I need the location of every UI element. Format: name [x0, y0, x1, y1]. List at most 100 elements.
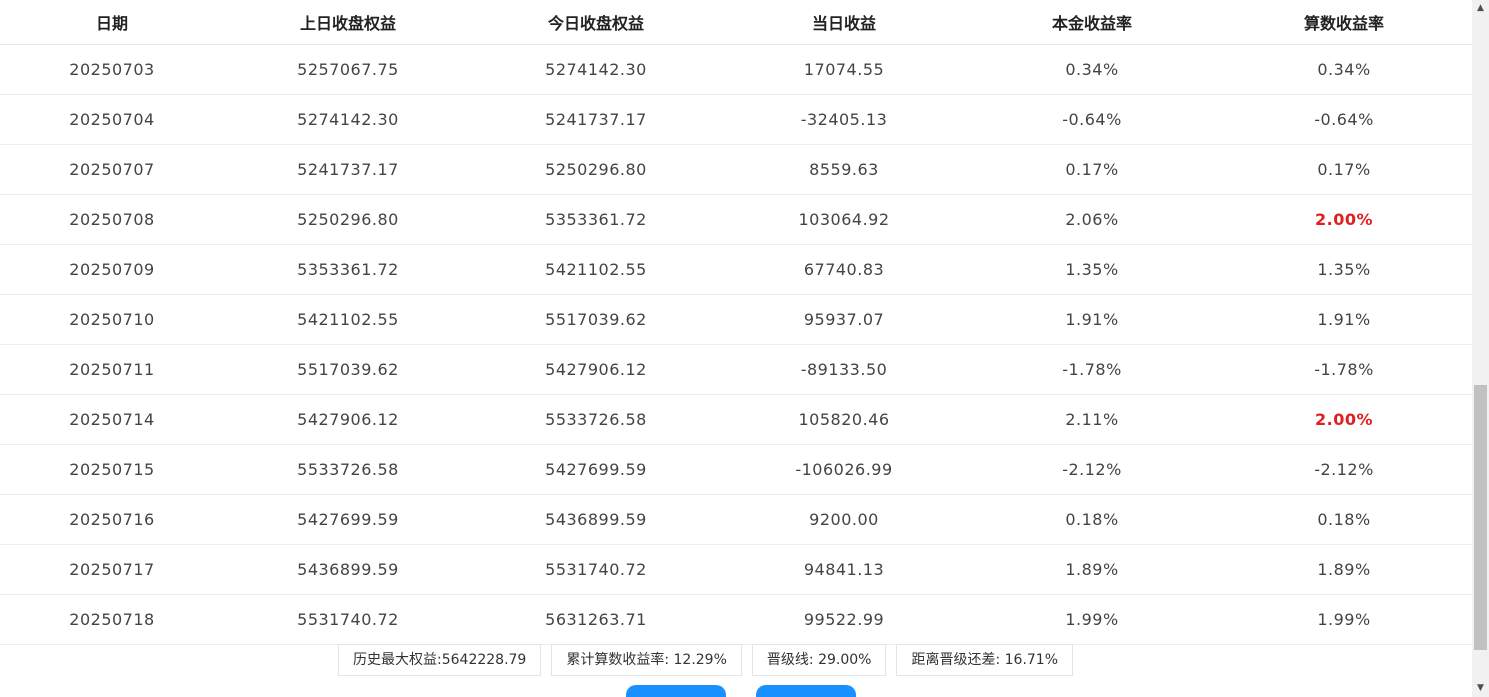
- scroll-up-icon[interactable]: ▲: [1472, 0, 1489, 17]
- header-today-equity: 今日收盘权益: [472, 0, 720, 45]
- header-date: 日期: [0, 0, 224, 45]
- cell-principal-rate: 1.89%: [968, 544, 1216, 595]
- cell-prev-equity: 5241737.17: [224, 144, 472, 195]
- cell-today-equity: 5427906.12: [472, 344, 720, 395]
- results-view: 日期 上日收盘权益 今日收盘权益 当日收益 本金收益率 算数收益率 202507…: [0, 0, 1472, 697]
- cell-arith-rate: 1.35%: [1216, 244, 1472, 295]
- cell-arith-rate: 0.34%: [1216, 44, 1472, 95]
- scroll-down-icon[interactable]: ▼: [1472, 680, 1489, 697]
- cell-prev-equity: 5427699.59: [224, 494, 472, 545]
- cell-today-equity: 5241737.17: [472, 94, 720, 145]
- cell-prev-equity: 5274142.30: [224, 94, 472, 145]
- table-row: 20250718 5531740.72 5631263.71 99522.99 1.99…: [0, 594, 1472, 645]
- table-row: 20250709 5353361.72 5421102.55 67740.83 1.35…: [0, 244, 1472, 295]
- cell-arith-rate: -0.64%: [1216, 94, 1472, 145]
- cell-daily-pnl: 105820.46: [720, 394, 968, 445]
- cell-today-equity: 5533726.58: [472, 394, 720, 445]
- header-principal-rate: 本金收益率: [968, 0, 1216, 45]
- cell-principal-rate: 1.91%: [968, 294, 1216, 345]
- table-row: 20250715 5533726.58 5427699.59 -106026.99 -2…: [0, 444, 1472, 495]
- cell-arith-rate: 0.17%: [1216, 144, 1472, 195]
- cell-principal-rate: -1.78%: [968, 344, 1216, 395]
- table-row: 20250714 5427906.12 5533726.58 105820.46 2.1…: [0, 394, 1472, 445]
- cell-principal-rate: 1.35%: [968, 244, 1216, 295]
- cell-prev-equity: 5257067.75: [224, 44, 472, 95]
- cell-date: 20250703: [0, 44, 224, 95]
- table-row: 20250707 5241737.17 5250296.80 8559.63 0.17%…: [0, 144, 1472, 195]
- cell-daily-pnl: 17074.55: [720, 44, 968, 95]
- cell-principal-rate: 2.06%: [968, 194, 1216, 245]
- cell-arith-rate: -1.78%: [1216, 344, 1472, 395]
- cell-today-equity: 5274142.30: [472, 44, 720, 95]
- cell-today-equity: 5631263.71: [472, 594, 720, 645]
- cell-date: 20250708: [0, 194, 224, 245]
- cumulative-rate-box: 累计算数收益率: 12.29%: [551, 644, 742, 676]
- header-prev-equity: 上日收盘权益: [224, 0, 472, 45]
- cell-today-equity: 5427699.59: [472, 444, 720, 495]
- promotion-line-box: 晋级线: 29.00%: [751, 644, 887, 676]
- cell-daily-pnl: -32405.13: [720, 94, 968, 145]
- cell-arith-rate: 1.99%: [1216, 594, 1472, 645]
- cell-principal-rate: 0.18%: [968, 494, 1216, 545]
- cell-date: 20250711: [0, 344, 224, 395]
- cell-date: 20250715: [0, 444, 224, 495]
- cell-prev-equity: 5427906.12: [224, 394, 472, 445]
- cell-date: 20250714: [0, 394, 224, 445]
- cell-prev-equity: 5421102.55: [224, 294, 472, 345]
- action-button-1[interactable]: [626, 685, 726, 697]
- cell-daily-pnl: 9200.00: [720, 494, 968, 545]
- cell-date: 20250718: [0, 594, 224, 645]
- cell-principal-rate: 0.17%: [968, 144, 1216, 195]
- table-row: 20250703 5257067.75 5274142.30 17074.55 0.34…: [0, 44, 1472, 95]
- cell-date: 20250707: [0, 144, 224, 195]
- cell-arith-rate: -2.12%: [1216, 444, 1472, 495]
- max-equity-box: 历史最大权益:5642228.79: [338, 644, 542, 676]
- cell-daily-pnl: 8559.63: [720, 144, 968, 195]
- header-daily-pnl: 当日收益: [720, 0, 968, 45]
- cell-daily-pnl: -89133.50: [720, 344, 968, 395]
- table-row: 20250716 5427699.59 5436899.59 9200.00 0.18%…: [0, 494, 1472, 545]
- cell-arith-rate: 2.00%: [1216, 194, 1472, 245]
- cell-daily-pnl: 99522.99: [720, 594, 968, 645]
- cell-today-equity: 5531740.72: [472, 544, 720, 595]
- cell-date: 20250717: [0, 544, 224, 595]
- cell-prev-equity: 5531740.72: [224, 594, 472, 645]
- table-row: 20250711 5517039.62 5427906.12 -89133.50 -1.…: [0, 344, 1472, 395]
- cell-daily-pnl: 103064.92: [720, 194, 968, 245]
- cell-prev-equity: 5250296.80: [224, 194, 472, 245]
- scrollbar-thumb[interactable]: [1474, 385, 1487, 650]
- cell-today-equity: 5436899.59: [472, 494, 720, 545]
- cell-arith-rate: 1.91%: [1216, 294, 1472, 345]
- cell-today-equity: 5421102.55: [472, 244, 720, 295]
- table-row: 20250708 5250296.80 5353361.72 103064.92 2.0…: [0, 194, 1472, 245]
- cell-prev-equity: 5533726.58: [224, 444, 472, 495]
- action-button-2[interactable]: [756, 685, 856, 697]
- table-body: 20250703 5257067.75 5274142.30 17074.55 0.34…: [0, 44, 1472, 645]
- table-row: 20250710 5421102.55 5517039.62 95937.07 1.91…: [0, 294, 1472, 345]
- cell-prev-equity: 5517039.62: [224, 344, 472, 395]
- vertical-scrollbar[interactable]: ▲ ▼: [1472, 0, 1489, 697]
- gap-to-promotion-box: 距离晋级还差: 16.71%: [896, 644, 1074, 676]
- cell-principal-rate: -0.64%: [968, 94, 1216, 145]
- cell-daily-pnl: 94841.13: [720, 544, 968, 595]
- header-arith-rate: 算数收益率: [1216, 0, 1472, 45]
- cell-date: 20250716: [0, 494, 224, 545]
- cell-principal-rate: -2.12%: [968, 444, 1216, 495]
- cell-today-equity: 5353361.72: [472, 194, 720, 245]
- cell-principal-rate: 2.11%: [968, 394, 1216, 445]
- cell-today-equity: 5250296.80: [472, 144, 720, 195]
- cell-daily-pnl: 67740.83: [720, 244, 968, 295]
- cell-principal-rate: 0.34%: [968, 44, 1216, 95]
- cell-date: 20250709: [0, 244, 224, 295]
- cell-arith-rate: 0.18%: [1216, 494, 1472, 545]
- table-row: 20250717 5436899.59 5531740.72 94841.13 1.89…: [0, 544, 1472, 595]
- table-row: 20250704 5274142.30 5241737.17 -32405.13 -0.…: [0, 94, 1472, 145]
- table-header-row: 日期 上日收盘权益 今日收盘权益 当日收益 本金收益率 算数收益率: [0, 0, 1472, 45]
- summary-bar: 历史最大权益:5642228.79 累计算数收益率: 12.29% 晋级线: 2…: [338, 644, 1074, 676]
- cell-arith-rate: 2.00%: [1216, 394, 1472, 445]
- cell-arith-rate: 1.89%: [1216, 544, 1472, 595]
- cell-prev-equity: 5436899.59: [224, 544, 472, 595]
- cell-date: 20250710: [0, 294, 224, 345]
- cell-principal-rate: 1.99%: [968, 594, 1216, 645]
- cell-prev-equity: 5353361.72: [224, 244, 472, 295]
